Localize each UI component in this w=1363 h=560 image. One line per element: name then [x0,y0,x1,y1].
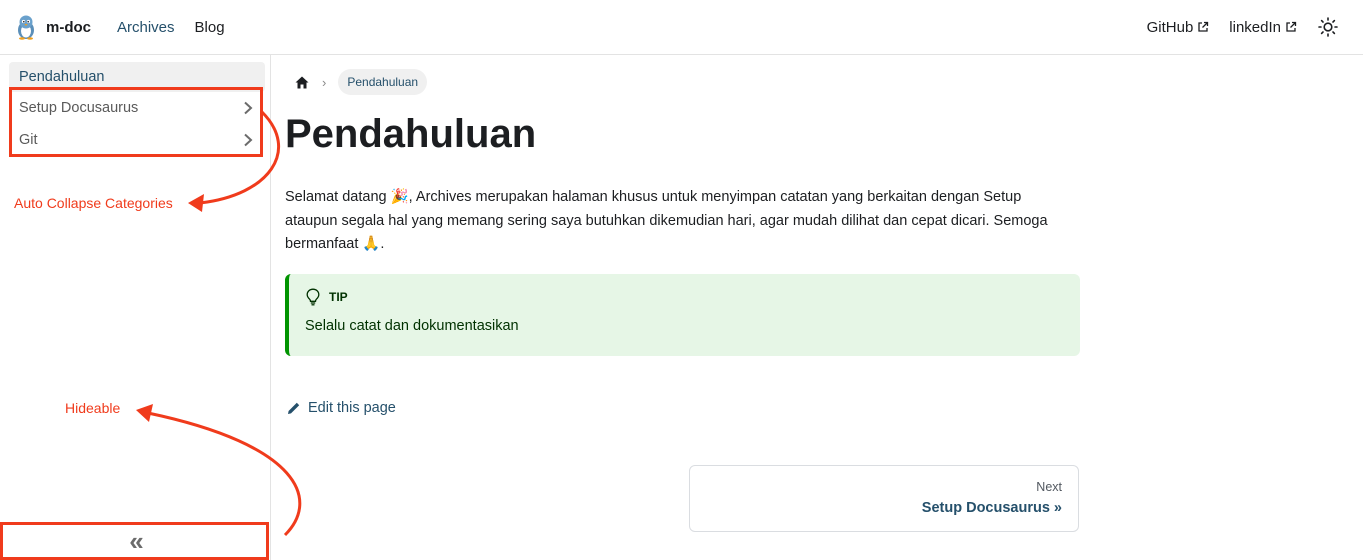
tip-header: TIP [305,288,1064,306]
linkedin-label: linkedIn [1229,18,1281,36]
tip-admonition: TIP Selalu catat dan dokumentasikan [285,274,1080,356]
breadcrumb-separator-icon: › [322,74,327,90]
sun-icon [1318,17,1338,37]
tip-body: Selalu catat dan dokumentasikan [305,318,519,334]
edit-page-link[interactable]: Edit this page [287,400,396,416]
nav-archives-link[interactable]: Archives [117,19,175,36]
intro-paragraph: Selamat datang 🎉, Archives merupakan hal… [285,189,1048,252]
theme-toggle-button[interactable] [1317,16,1339,38]
penguin-logo-icon [18,15,34,40]
external-link-icon [1286,21,1297,32]
page-title: Pendahuluan [285,112,537,156]
brand-title: m-doc [46,18,91,36]
breadcrumb: › Pendahuluan [294,69,428,95]
linkedin-link[interactable]: linkedIn [1229,19,1297,36]
pencil-icon [288,402,300,414]
external-link-icon [1198,21,1209,32]
collapse-highlight-box [0,522,269,560]
pager-label: Setup Docusaurus » [921,500,1062,516]
github-link[interactable]: GitHub [1147,19,1210,36]
nav-blog-link[interactable]: Blog [195,19,225,36]
edit-page-label: Edit this page [308,400,396,416]
hideable-annotation: Hideable [65,400,121,416]
lightbulb-icon [306,288,320,306]
brand[interactable]: m-doc [14,14,91,40]
pager-next-button[interactable]: Next Setup Docusaurus » [689,465,1079,532]
tip-title: TIP [329,290,348,304]
breadcrumb-current: Pendahuluan [338,69,428,95]
navbar-right: GitHub linkedIn [1147,16,1349,38]
home-icon[interactable] [294,74,310,90]
github-label: GitHub [1146,18,1194,36]
pager-sublabel: Next [1036,480,1062,494]
categories-highlight-box [9,87,263,157]
sidebar-item-label: Pendahuluan [19,69,105,85]
auto-collapse-annotation: Auto Collapse Categories [14,195,173,211]
navbar: m-doc Archives Blog GitHub linkedIn [0,0,1363,55]
